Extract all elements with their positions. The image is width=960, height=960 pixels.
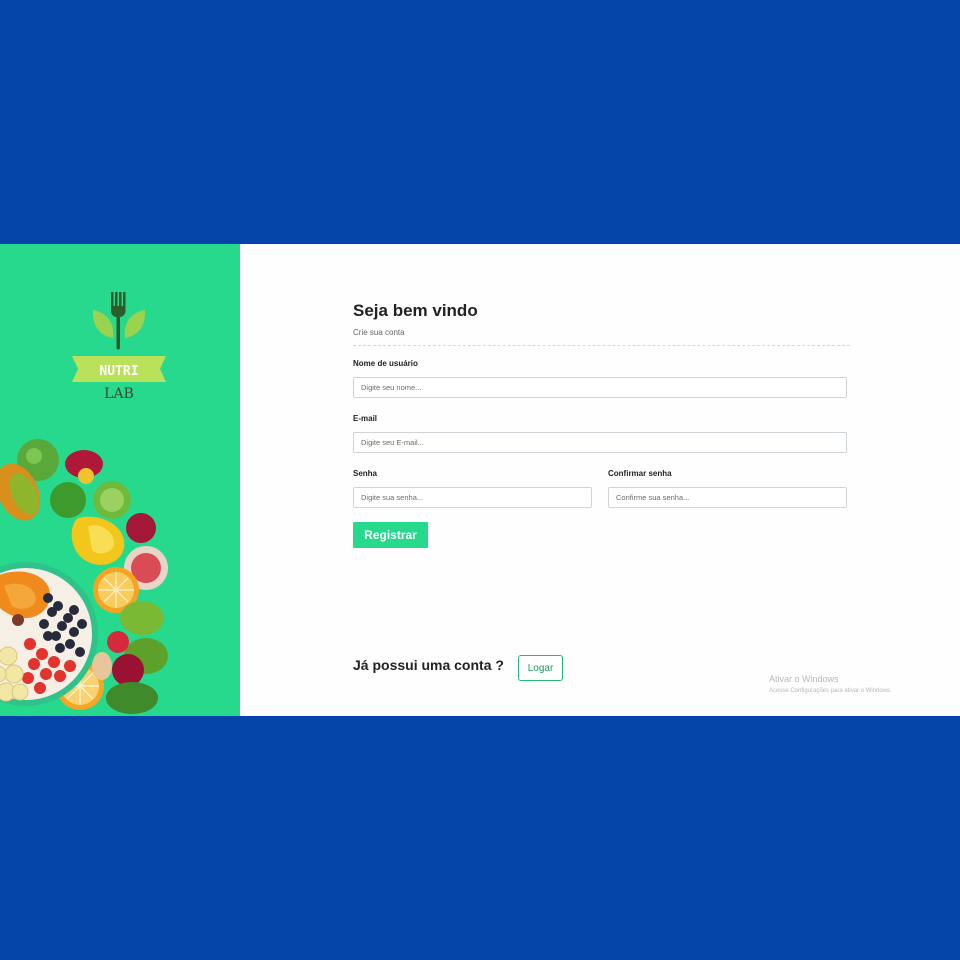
username-input[interactable] <box>353 377 847 398</box>
confirm-password-label: Confirmar senha <box>608 469 672 478</box>
divider <box>353 345 850 346</box>
login-prompt: Já possui uma conta ? <box>353 657 504 673</box>
password-label: Senha <box>353 469 378 478</box>
app-window: NUTRI LAB Seja bem vindo Crie sua conta … <box>0 244 960 716</box>
username-label: Nome de usuário <box>353 359 418 368</box>
fruit-bowl-image <box>0 430 175 716</box>
nutrilab-logo: NUTRI LAB <box>70 288 168 406</box>
logo-text-nutri: NUTRI <box>99 364 138 379</box>
register-panel: Seja bem vindo Crie sua conta Nome de us… <box>240 244 960 716</box>
email-input[interactable] <box>353 432 847 453</box>
page-title: Seja bem vindo <box>353 301 478 320</box>
register-header: Seja bem vindo Crie sua conta <box>353 300 850 346</box>
login-button[interactable]: Logar <box>518 655 563 681</box>
watermark-subtitle: Acesse Configurações para ativar o Windo… <box>769 688 892 694</box>
password-input[interactable] <box>353 487 592 508</box>
right-leaf-icon <box>124 310 146 338</box>
watermark-title: Ativar o Windows <box>769 674 839 684</box>
page-subtitle: Crie sua conta <box>353 328 405 337</box>
windows-activation-watermark: Ativar o Windows Acesse Configurações pa… <box>769 674 892 696</box>
logo-text-lab: LAB <box>104 386 134 402</box>
left-leaf-icon <box>92 310 114 338</box>
register-button[interactable]: Registrar <box>353 522 428 548</box>
email-label: E-mail <box>353 414 378 423</box>
fork-icon <box>111 292 126 350</box>
confirm-password-input[interactable] <box>608 487 847 508</box>
sidebar: NUTRI LAB <box>0 244 240 716</box>
